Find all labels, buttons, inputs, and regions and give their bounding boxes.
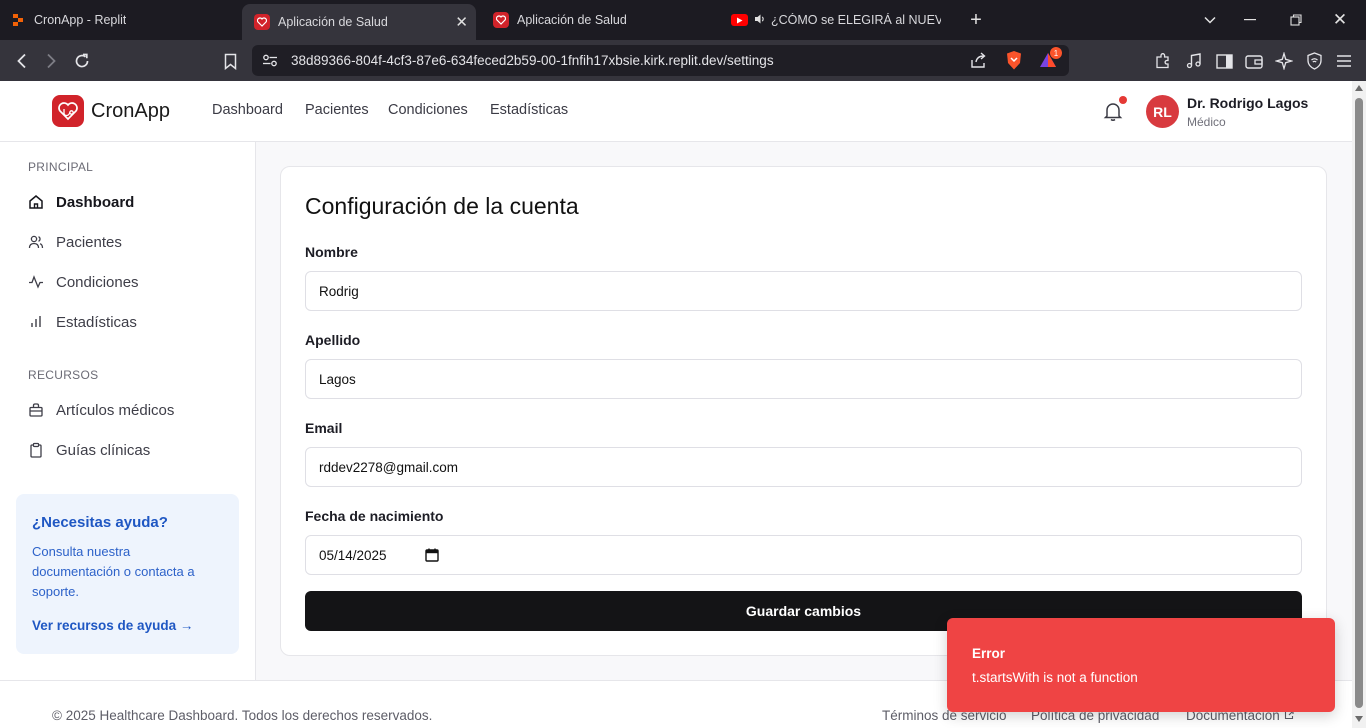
wallet-icon[interactable] (1241, 48, 1267, 74)
main-content: Configuración de la cuenta Nombre Rodrig… (256, 142, 1352, 680)
user-role: Médico (1187, 115, 1226, 129)
fecha-nacimiento-field[interactable]: 05/14/2025 (305, 535, 1302, 575)
sidebar-toggle-icon[interactable] (1211, 48, 1237, 74)
tab-title: ¿CÓMO se ELEGIRÁ al NUEVO P (771, 13, 941, 27)
error-toast[interactable]: Error t.startsWith is not a function (947, 618, 1335, 712)
sidebar-item-label: Dashboard (56, 193, 135, 211)
youtube-icon (731, 14, 748, 26)
fecha-nacimiento-value: 05/14/2025 (319, 547, 387, 563)
sidebar-item-pacientes[interactable]: Pacientes (28, 231, 122, 253)
toast-title: Error (972, 646, 1006, 661)
apellido-field[interactable]: Lagos (305, 359, 1302, 399)
footer-copyright: © 2025 Healthcare Dashboard. Todos los d… (52, 708, 433, 723)
cronapp-favicon-icon (493, 12, 509, 28)
nav-pacientes[interactable]: Pacientes (305, 102, 369, 118)
help-body: Consulta nuestra documentación o contact… (32, 544, 195, 599)
fecha-nacimiento-label: Fecha de nacimiento (305, 508, 444, 524)
sidebar-item-label: Pacientes (56, 233, 122, 251)
email-field[interactable]: rddev2278@gmail.com (305, 447, 1302, 487)
sidebar-item-condiciones[interactable]: Condiciones (28, 271, 139, 293)
site-info-icon[interactable] (262, 53, 278, 73)
toast-message: t.startsWith is not a function (972, 670, 1138, 685)
tab-title: CronApp - Replit (34, 13, 127, 27)
browser-tab-bar: CronApp - Replit Aplicación de Salud ✕ A… (0, 0, 1366, 40)
back-button[interactable] (9, 48, 35, 74)
browser-tab-aplicacion-salud[interactable]: Aplicación de Salud (493, 0, 713, 40)
nav-dashboard[interactable]: Dashboard (212, 102, 283, 118)
apellido-value: Lagos (319, 371, 356, 387)
clipboard-icon (28, 442, 44, 458)
minimize-window-button[interactable] (1230, 0, 1270, 40)
scroll-up-arrow-icon[interactable] (1355, 85, 1363, 91)
tab-search-chevron-icon[interactable] (1190, 0, 1230, 40)
email-value: rddev2278@gmail.com (319, 459, 459, 475)
scrollbar-thumb[interactable] (1355, 98, 1363, 708)
sidebar-item-estadisticas[interactable]: Estadísticas (28, 311, 137, 333)
share-icon[interactable] (970, 52, 987, 74)
bookmark-icon[interactable] (217, 48, 243, 74)
cronapp-favicon-icon (254, 14, 270, 30)
leo-ai-icon[interactable] (1271, 48, 1297, 74)
help-title: ¿Necesitas ayuda? (32, 514, 168, 531)
browser-tab-cronapp-replit[interactable]: CronApp - Replit (10, 0, 236, 40)
vpn-shield-icon[interactable] (1301, 48, 1327, 74)
forward-button[interactable] (38, 48, 64, 74)
email-label: Email (305, 420, 343, 436)
home-icon (28, 194, 44, 210)
close-window-button[interactable]: ✕ (1320, 0, 1360, 40)
new-tab-button[interactable]: + (956, 0, 996, 40)
sidebar-item-label: Artículos médicos (56, 401, 175, 419)
app-logo-text[interactable]: CronApp (91, 100, 170, 123)
sidebar-item-label: Estadísticas (56, 313, 137, 331)
calendar-icon[interactable] (425, 548, 439, 562)
sidebar-item-label: Guías clínicas (56, 441, 151, 459)
sidebar-item-label: Condiciones (56, 273, 139, 291)
url-text[interactable]: 38d89366-804f-4cf3-87e6-634feced2b59-00-… (291, 53, 774, 68)
extensions-icon[interactable] (1150, 48, 1176, 74)
sidebar-section-principal: PRINCIPAL (28, 160, 94, 174)
sidebar: PRINCIPAL Dashboard Pacientes Condicione… (0, 142, 256, 680)
restore-window-button[interactable] (1276, 0, 1316, 40)
notification-dot (1119, 96, 1127, 104)
nav-condiciones[interactable]: Condiciones (388, 102, 468, 118)
settings-card: Configuración de la cuenta Nombre Rodrig… (280, 166, 1327, 656)
briefcase-icon (28, 402, 44, 418)
scroll-down-arrow-icon[interactable] (1355, 716, 1363, 722)
sidebar-section-recursos: RECURSOS (28, 368, 99, 382)
tab-title: Aplicación de Salud (278, 15, 388, 29)
avatar[interactable]: RL (1146, 95, 1179, 128)
apellido-label: Apellido (305, 332, 361, 348)
brave-shields-icon[interactable] (1004, 50, 1024, 76)
page-title: Configuración de la cuenta (305, 193, 579, 219)
browser-tab-youtube[interactable]: ¿CÓMO se ELEGIRÁ al NUEVO P (731, 0, 941, 40)
user-name[interactable]: Dr. Rodrigo Lagos (1187, 95, 1308, 111)
nav-estadisticas[interactable]: Estadísticas (490, 102, 568, 118)
activity-icon (28, 274, 44, 290)
nombre-field[interactable]: Rodrig (305, 271, 1302, 311)
close-tab-icon[interactable]: ✕ (455, 13, 468, 31)
help-resources-link[interactable]: Ver recursos de ayuda → (32, 618, 193, 633)
app-header: CronApp Dashboard Pacientes Condiciones … (0, 81, 1352, 142)
cronapp-logo-icon[interactable] (52, 95, 84, 127)
sidebar-item-guias-clinicas[interactable]: Guías clínicas (28, 439, 150, 461)
bar-chart-icon (28, 314, 44, 330)
nombre-value: Rodrig (319, 283, 359, 299)
menu-hamburger-icon[interactable] (1331, 48, 1357, 74)
nombre-label: Nombre (305, 244, 358, 260)
help-card: ¿Necesitas ayuda? Consulta nuestra docum… (16, 494, 239, 654)
media-music-icon[interactable] (1181, 48, 1207, 74)
speaker-icon (754, 13, 766, 28)
address-bar[interactable]: 38d89366-804f-4cf3-87e6-634feced2b59-00-… (252, 45, 1069, 76)
sidebar-item-articulos-medicos[interactable]: Artículos médicos (28, 399, 174, 421)
browser-tab-aplicacion-salud-active[interactable]: Aplicación de Salud ✕ (242, 4, 476, 40)
reload-button[interactable] (69, 48, 95, 74)
sidebar-item-dashboard[interactable]: Dashboard (28, 191, 134, 213)
rewards-badge: 1 (1050, 47, 1062, 59)
browser-toolbar: 38d89366-804f-4cf3-87e6-634feced2b59-00-… (0, 40, 1366, 81)
tab-title: Aplicación de Salud (517, 13, 627, 27)
users-icon (28, 234, 44, 250)
replit-icon (10, 12, 26, 28)
